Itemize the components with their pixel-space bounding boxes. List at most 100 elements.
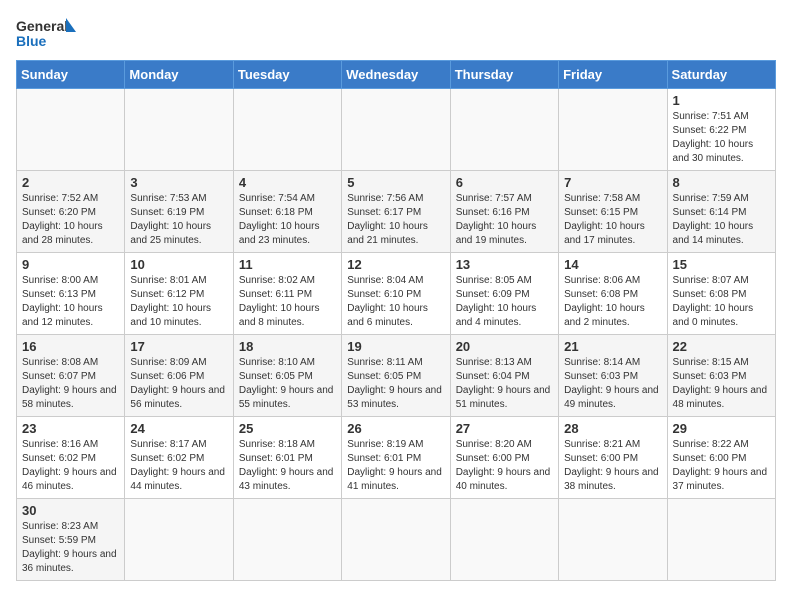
calendar-cell: 21 Sunrise: 8:14 AM Sunset: 6:03 PM Dayli… — [559, 335, 667, 417]
day-info: Sunrise: 8:15 AM Sunset: 6:03 PM Dayligh… — [673, 356, 770, 412]
day-number: 14 — [564, 257, 661, 272]
svg-text:General: General — [16, 18, 68, 34]
page-header: GeneralBlue — [16, 16, 776, 52]
calendar-cell — [125, 89, 233, 171]
calendar-cell: 25 Sunrise: 8:18 AM Sunset: 6:01 PM Dayli… — [233, 417, 341, 499]
day-info: Sunrise: 8:08 AM Sunset: 6:07 PM Dayligh… — [22, 356, 119, 412]
calendar-week-4: 16 Sunrise: 8:08 AM Sunset: 6:07 PM Dayli… — [17, 335, 776, 417]
day-info: Sunrise: 7:58 AM Sunset: 6:15 PM Dayligh… — [564, 192, 661, 248]
calendar-cell: 10Sunrise: 8:01 AM Sunset: 6:12 PM Dayli… — [125, 253, 233, 335]
day-info: Sunrise: 8:13 AM Sunset: 6:04 PM Dayligh… — [456, 356, 553, 412]
day-number: 27 — [456, 421, 553, 436]
calendar-cell: 1Sunrise: 7:51 AM Sunset: 6:22 PM Daylig… — [667, 89, 775, 171]
calendar-cell: 27 Sunrise: 8:20 AM Sunset: 6:00 PM Dayli… — [450, 417, 558, 499]
calendar-cell: 16 Sunrise: 8:08 AM Sunset: 6:07 PM Dayli… — [17, 335, 125, 417]
calendar-cell — [559, 89, 667, 171]
day-info: Sunrise: 8:21 AM Sunset: 6:00 PM Dayligh… — [564, 438, 661, 494]
day-info: Sunrise: 8:01 AM Sunset: 6:12 PM Dayligh… — [130, 274, 227, 330]
day-number: 20 — [456, 339, 553, 354]
day-info: Sunrise: 8:04 AM Sunset: 6:10 PM Dayligh… — [347, 274, 444, 330]
day-info: Sunrise: 8:00 AM Sunset: 6:13 PM Dayligh… — [22, 274, 119, 330]
day-info: Sunrise: 7:59 AM Sunset: 6:14 PM Dayligh… — [673, 192, 770, 248]
day-number: 29 — [673, 421, 770, 436]
day-number: 3 — [130, 175, 227, 190]
calendar-week-3: 9 Sunrise: 8:00 AM Sunset: 6:13 PM Daylig… — [17, 253, 776, 335]
calendar-week-5: 23Sunrise: 8:16 AM Sunset: 6:02 PM Dayli… — [17, 417, 776, 499]
day-number: 17 — [130, 339, 227, 354]
calendar-cell — [17, 89, 125, 171]
weekday-header-row: SundayMondayTuesdayWednesdayThursdayFrid… — [17, 61, 776, 89]
day-number: 24 — [130, 421, 227, 436]
calendar-cell: 12 Sunrise: 8:04 AM Sunset: 6:10 PM Dayli… — [342, 253, 450, 335]
calendar-cell: 26 Sunrise: 8:19 AM Sunset: 6:01 PM Dayli… — [342, 417, 450, 499]
calendar-cell — [233, 89, 341, 171]
day-info: Sunrise: 8:20 AM Sunset: 6:00 PM Dayligh… — [456, 438, 553, 494]
day-info: Sunrise: 8:06 AM Sunset: 6:08 PM Dayligh… — [564, 274, 661, 330]
calendar-cell: 3Sunrise: 7:53 AM Sunset: 6:19 PM Daylig… — [125, 171, 233, 253]
calendar-cell — [450, 89, 558, 171]
calendar-cell: 2Sunrise: 7:52 AM Sunset: 6:20 PM Daylig… — [17, 171, 125, 253]
day-number: 11 — [239, 257, 336, 272]
calendar-cell: 30 Sunrise: 8:23 AM Sunset: 5:59 PM Dayli… — [17, 499, 125, 581]
weekday-header-saturday: Saturday — [667, 61, 775, 89]
day-info: Sunrise: 8:07 AM Sunset: 6:08 PM Dayligh… — [673, 274, 770, 330]
day-number: 25 — [239, 421, 336, 436]
calendar-week-2: 2Sunrise: 7:52 AM Sunset: 6:20 PM Daylig… — [17, 171, 776, 253]
calendar-cell: 4 Sunrise: 7:54 AM Sunset: 6:18 PM Daylig… — [233, 171, 341, 253]
calendar-cell: 22Sunrise: 8:15 AM Sunset: 6:03 PM Dayli… — [667, 335, 775, 417]
day-number: 7 — [564, 175, 661, 190]
day-info: Sunrise: 7:57 AM Sunset: 6:16 PM Dayligh… — [456, 192, 553, 248]
day-number: 8 — [673, 175, 770, 190]
calendar-cell: 17Sunrise: 8:09 AM Sunset: 6:06 PM Dayli… — [125, 335, 233, 417]
logo-svg: GeneralBlue — [16, 16, 76, 52]
calendar-cell: 24 Sunrise: 8:17 AM Sunset: 6:02 PM Dayli… — [125, 417, 233, 499]
calendar-cell: 8 Sunrise: 7:59 AM Sunset: 6:14 PM Daylig… — [667, 171, 775, 253]
calendar-cell: 15 Sunrise: 8:07 AM Sunset: 6:08 PM Dayli… — [667, 253, 775, 335]
day-info: Sunrise: 8:05 AM Sunset: 6:09 PM Dayligh… — [456, 274, 553, 330]
calendar-cell — [450, 499, 558, 581]
calendar-cell: 18 Sunrise: 8:10 AM Sunset: 6:05 PM Dayli… — [233, 335, 341, 417]
day-number: 5 — [347, 175, 444, 190]
day-number: 18 — [239, 339, 336, 354]
calendar-table: SundayMondayTuesdayWednesdayThursdayFrid… — [16, 60, 776, 581]
calendar-cell: 5 Sunrise: 7:56 AM Sunset: 6:17 PM Daylig… — [342, 171, 450, 253]
day-number: 4 — [239, 175, 336, 190]
day-number: 1 — [673, 93, 770, 108]
logo: GeneralBlue — [16, 16, 76, 52]
calendar-cell — [233, 499, 341, 581]
day-info: Sunrise: 8:02 AM Sunset: 6:11 PM Dayligh… — [239, 274, 336, 330]
calendar-week-1: 1Sunrise: 7:51 AM Sunset: 6:22 PM Daylig… — [17, 89, 776, 171]
day-number: 6 — [456, 175, 553, 190]
day-number: 16 — [22, 339, 119, 354]
calendar-cell: 9 Sunrise: 8:00 AM Sunset: 6:13 PM Daylig… — [17, 253, 125, 335]
calendar-cell — [125, 499, 233, 581]
day-info: Sunrise: 8:23 AM Sunset: 5:59 PM Dayligh… — [22, 520, 119, 576]
calendar-cell: 28Sunrise: 8:21 AM Sunset: 6:00 PM Dayli… — [559, 417, 667, 499]
day-number: 26 — [347, 421, 444, 436]
day-info: Sunrise: 8:17 AM Sunset: 6:02 PM Dayligh… — [130, 438, 227, 494]
day-info: Sunrise: 8:18 AM Sunset: 6:01 PM Dayligh… — [239, 438, 336, 494]
day-number: 9 — [22, 257, 119, 272]
calendar-cell: 29Sunrise: 8:22 AM Sunset: 6:00 PM Dayli… — [667, 417, 775, 499]
day-info: Sunrise: 8:10 AM Sunset: 6:05 PM Dayligh… — [239, 356, 336, 412]
day-number: 15 — [673, 257, 770, 272]
day-number: 30 — [22, 503, 119, 518]
day-number: 12 — [347, 257, 444, 272]
weekday-header-thursday: Thursday — [450, 61, 558, 89]
calendar-cell — [559, 499, 667, 581]
day-info: Sunrise: 8:19 AM Sunset: 6:01 PM Dayligh… — [347, 438, 444, 494]
calendar-cell: 19Sunrise: 8:11 AM Sunset: 6:05 PM Dayli… — [342, 335, 450, 417]
calendar-cell: 20 Sunrise: 8:13 AM Sunset: 6:04 PM Dayli… — [450, 335, 558, 417]
weekday-header-sunday: Sunday — [17, 61, 125, 89]
calendar-week-6: 30 Sunrise: 8:23 AM Sunset: 5:59 PM Dayli… — [17, 499, 776, 581]
day-info: Sunrise: 7:54 AM Sunset: 6:18 PM Dayligh… — [239, 192, 336, 248]
day-info: Sunrise: 8:14 AM Sunset: 6:03 PM Dayligh… — [564, 356, 661, 412]
day-info: Sunrise: 7:56 AM Sunset: 6:17 PM Dayligh… — [347, 192, 444, 248]
calendar-cell: 23Sunrise: 8:16 AM Sunset: 6:02 PM Dayli… — [17, 417, 125, 499]
weekday-header-tuesday: Tuesday — [233, 61, 341, 89]
day-number: 21 — [564, 339, 661, 354]
weekday-header-wednesday: Wednesday — [342, 61, 450, 89]
day-number: 13 — [456, 257, 553, 272]
calendar-cell — [667, 499, 775, 581]
calendar-cell: 6 Sunrise: 7:57 AM Sunset: 6:16 PM Daylig… — [450, 171, 558, 253]
